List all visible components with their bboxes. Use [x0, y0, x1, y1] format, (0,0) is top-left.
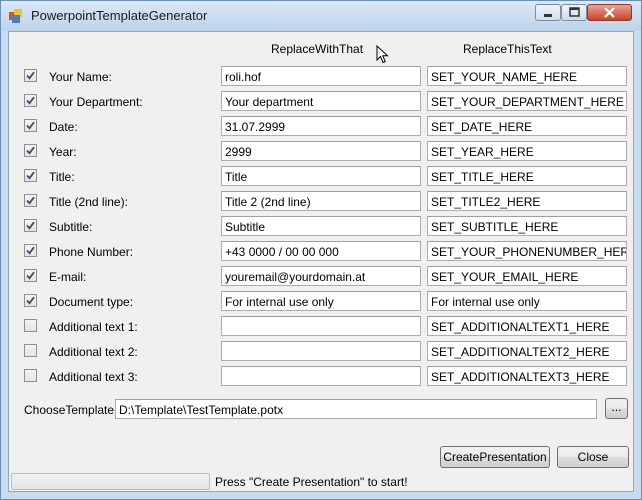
- row-label: Additional text 3:: [49, 370, 138, 384]
- checkmark-icon: [26, 146, 35, 155]
- header-replace-this-text: ReplaceThisText: [463, 42, 552, 56]
- browse-template-button[interactable]: ...: [605, 398, 628, 419]
- app-icon: [9, 9, 22, 23]
- replace-this-input[interactable]: For internal use only: [427, 291, 627, 311]
- minimize-button[interactable]: [535, 4, 561, 21]
- replace-with-input[interactable]: For internal use only: [221, 291, 421, 311]
- close-window-button[interactable]: [587, 4, 632, 21]
- row-label: Phone Number:: [49, 245, 134, 259]
- replace-this-input[interactable]: SET_YEAR_HERE: [427, 141, 627, 161]
- replace-with-input[interactable]: Your department: [221, 91, 421, 111]
- replace-with-input[interactable]: roli.hof: [221, 66, 421, 86]
- row-checkbox[interactable]: [24, 219, 37, 232]
- main-panel: ReplaceWithThat ReplaceThisText Your Nam…: [8, 31, 634, 492]
- row-label: Your Name:: [49, 70, 112, 84]
- replace-this-input[interactable]: SET_YOUR_PHONENUMBER_HERE: [427, 241, 627, 261]
- close-button[interactable]: Close: [557, 446, 629, 468]
- row-checkbox[interactable]: [24, 369, 37, 382]
- row-checkbox[interactable]: [24, 244, 37, 257]
- row-checkbox[interactable]: [24, 319, 37, 332]
- choose-template-label: ChooseTemplate: [24, 403, 115, 417]
- replace-this-input[interactable]: SET_YOUR_EMAIL_HERE: [427, 266, 627, 286]
- replace-this-input[interactable]: SET_ADDITIONALTEXT1_HERE: [427, 316, 627, 336]
- title-bar: PowerpointTemplateGenerator: [1, 1, 641, 31]
- replace-this-input[interactable]: SET_ADDITIONALTEXT2_HERE: [427, 341, 627, 361]
- template-path-input[interactable]: D:\Template\TestTemplate.potx: [115, 399, 597, 419]
- replace-with-input[interactable]: [221, 341, 421, 361]
- row-label: Additional text 2:: [49, 345, 138, 359]
- row-checkbox[interactable]: [24, 344, 37, 357]
- replace-this-input[interactable]: SET_TITLE2_HERE: [427, 191, 627, 211]
- row-checkbox[interactable]: [24, 144, 37, 157]
- row-checkbox[interactable]: [24, 169, 37, 182]
- status-text: Press "Create Presentation" to start!: [215, 475, 408, 489]
- checkmark-icon: [26, 296, 35, 305]
- row-checkbox[interactable]: [24, 269, 37, 282]
- row-label: Year:: [49, 145, 77, 159]
- close-icon: [604, 7, 615, 18]
- checkmark-icon: [26, 271, 35, 280]
- replace-with-input[interactable]: Subtitle: [221, 216, 421, 236]
- row-label: Your Department:: [49, 95, 143, 109]
- checkmark-icon: [26, 96, 35, 105]
- window-title: PowerpointTemplateGenerator: [31, 8, 208, 23]
- replace-this-input[interactable]: SET_SUBTITLE_HERE: [427, 216, 627, 236]
- replace-with-input[interactable]: 31.07.2999: [221, 116, 421, 136]
- checkmark-icon: [26, 246, 35, 255]
- maximize-button[interactable]: [561, 4, 587, 21]
- row-label: Title:: [49, 170, 75, 184]
- checkmark-icon: [26, 196, 35, 205]
- replace-with-input[interactable]: [221, 366, 421, 386]
- replace-this-input[interactable]: SET_YOUR_DEPARTMENT_HERE: [427, 91, 627, 111]
- progress-bar: [11, 473, 210, 490]
- row-label: Date:: [49, 120, 78, 134]
- checkmark-icon: [26, 121, 35, 130]
- row-checkbox[interactable]: [24, 94, 37, 107]
- row-label: Subtitle:: [49, 220, 93, 234]
- row-label: E-mail:: [49, 270, 87, 284]
- replace-with-input[interactable]: Title 2 (2nd line): [221, 191, 421, 211]
- mouse-cursor-icon: [376, 45, 389, 64]
- replace-with-input[interactable]: Title: [221, 166, 421, 186]
- row-label: Document type:: [49, 295, 134, 309]
- checkmark-icon: [26, 171, 35, 180]
- replace-this-input[interactable]: SET_TITLE_HERE: [427, 166, 627, 186]
- replace-with-input[interactable]: youremail@yourdomain.at: [221, 266, 421, 286]
- replace-with-input[interactable]: 2999: [221, 141, 421, 161]
- replace-with-input[interactable]: [221, 316, 421, 336]
- replace-with-input[interactable]: +43 0000 / 00 00 000: [221, 241, 421, 261]
- maximize-icon: [569, 7, 580, 17]
- row-label: Additional text 1:: [49, 320, 138, 334]
- checkmark-icon: [26, 71, 35, 80]
- row-label: Title (2nd line):: [49, 195, 128, 209]
- replace-this-input[interactable]: SET_YOUR_NAME_HERE: [427, 66, 627, 86]
- header-replace-with-that: ReplaceWithThat: [271, 42, 364, 56]
- row-checkbox[interactable]: [24, 294, 37, 307]
- row-checkbox[interactable]: [24, 69, 37, 82]
- replace-this-input[interactable]: SET_DATE_HERE: [427, 116, 627, 136]
- row-checkbox[interactable]: [24, 119, 37, 132]
- minimize-icon: [544, 14, 552, 17]
- checkmark-icon: [26, 221, 35, 230]
- create-presentation-button[interactable]: CreatePresentation: [440, 446, 550, 468]
- app-window: PowerpointTemplateGenerator ReplaceWithT…: [0, 0, 642, 500]
- row-checkbox[interactable]: [24, 194, 37, 207]
- replace-this-input[interactable]: SET_ADDITIONALTEXT3_HERE: [427, 366, 627, 386]
